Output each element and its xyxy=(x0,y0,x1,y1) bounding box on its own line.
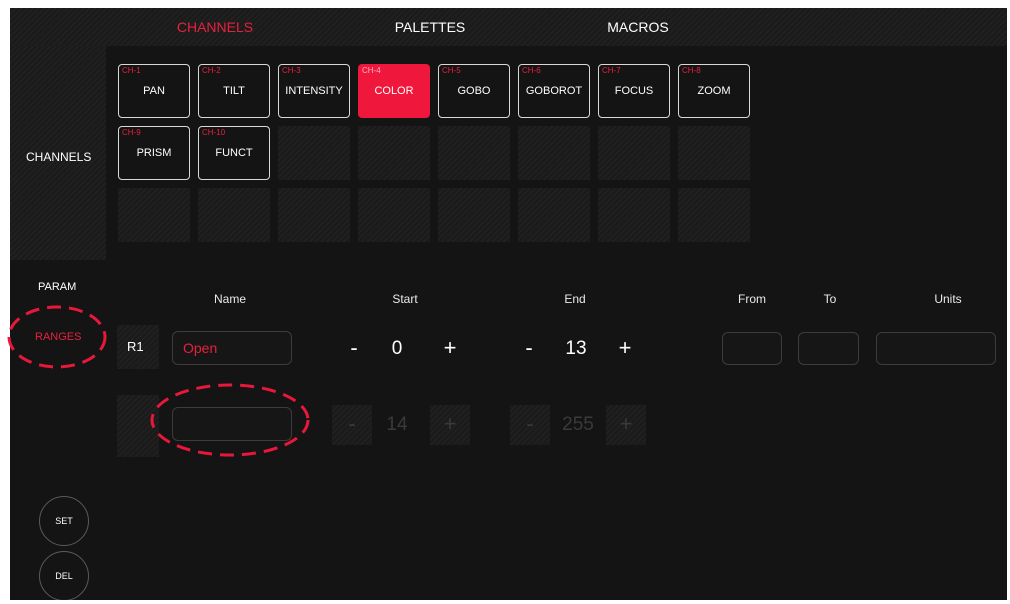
to-field[interactable] xyxy=(798,332,859,365)
new-start-increment-button[interactable]: + xyxy=(433,408,467,442)
channels-label: CHANNELS xyxy=(26,150,92,164)
header-to: To xyxy=(823,292,837,306)
channel-button[interactable]: CH-8 ZOOM xyxy=(678,64,750,118)
from-field[interactable] xyxy=(722,332,782,365)
empty-channel-slot[interactable] xyxy=(598,188,670,242)
tab-palettes[interactable]: PALETTES xyxy=(375,8,485,46)
ranges-tab[interactable]: RANGES xyxy=(35,331,81,343)
channel-button[interactable]: CH-3 INTENSITY xyxy=(278,64,350,118)
channel-name: ZOOM xyxy=(697,85,731,97)
channel-button[interactable]: CH-10 FUNCT xyxy=(198,126,270,180)
channel-button[interactable]: CH-1 PAN xyxy=(118,64,190,118)
empty-channel-slot[interactable] xyxy=(518,126,590,180)
channel-number: CH-10 xyxy=(202,128,226,137)
empty-channel-slot[interactable] xyxy=(358,126,430,180)
new-end-increment-button[interactable]: + xyxy=(609,408,643,442)
end-value[interactable]: 13 xyxy=(556,332,596,366)
new-start-value[interactable]: 14 xyxy=(377,408,417,442)
start-decrement-button[interactable]: - xyxy=(337,332,371,366)
header-name: Name xyxy=(213,292,246,306)
channel-name: PAN xyxy=(143,85,165,97)
empty-channel-slot[interactable] xyxy=(438,126,510,180)
channel-number: CH-1 xyxy=(122,66,141,75)
header-end: End xyxy=(564,292,586,306)
channel-name: PRISM xyxy=(136,147,172,159)
fixture-editor-panel: CHANNELS PALETTES MACROS CHANNELS PARAM … xyxy=(10,8,1007,600)
empty-channel-slot[interactable] xyxy=(118,188,190,242)
channel-name: COLOR xyxy=(374,85,414,97)
channel-name: GOBOROT xyxy=(525,85,583,97)
del-button[interactable]: DEL xyxy=(39,551,89,600)
channel-name: TILT xyxy=(223,85,245,97)
channel-number: CH-9 xyxy=(122,128,141,137)
empty-channel-slot[interactable] xyxy=(518,188,590,242)
channel-button[interactable]: CH-6 GOBOROT xyxy=(518,64,590,118)
empty-channel-slot[interactable] xyxy=(598,126,670,180)
channel-number: CH-7 xyxy=(602,66,621,75)
new-range-label-cell xyxy=(117,395,159,457)
header-from: From xyxy=(738,292,766,306)
new-start-decrement-button[interactable]: - xyxy=(335,408,369,442)
end-decrement-button[interactable]: - xyxy=(512,332,546,366)
range-name-field[interactable]: Open xyxy=(172,331,292,365)
range-row-label-cell: R1 xyxy=(117,325,159,369)
param-tab[interactable]: PARAM xyxy=(38,281,76,293)
channel-button[interactable]: CH-9 PRISM xyxy=(118,126,190,180)
channel-number: CH-6 xyxy=(522,66,541,75)
channel-name: GOBO xyxy=(457,85,491,97)
tab-bar: CHANNELS PALETTES MACROS xyxy=(10,8,1007,46)
channel-number: CH-4 xyxy=(362,66,381,75)
empty-channel-slot[interactable] xyxy=(278,126,350,180)
empty-channel-slot[interactable] xyxy=(438,188,510,242)
header-start: Start xyxy=(392,292,418,306)
start-value[interactable]: 0 xyxy=(377,332,417,366)
channel-number: CH-3 xyxy=(282,66,301,75)
empty-channel-slot[interactable] xyxy=(358,188,430,242)
empty-channel-slot[interactable] xyxy=(678,188,750,242)
units-field[interactable] xyxy=(876,332,996,365)
channel-number: CH-5 xyxy=(442,66,461,75)
tab-channels[interactable]: CHANNELS xyxy=(160,8,270,46)
empty-channel-slot[interactable] xyxy=(278,188,350,242)
channel-button[interactable]: CH-2 TILT xyxy=(198,64,270,118)
channel-name: FOCUS xyxy=(614,85,654,97)
empty-channel-slot[interactable] xyxy=(198,188,270,242)
channel-button[interactable]: CH-7 FOCUS xyxy=(598,64,670,118)
new-end-value[interactable]: 255 xyxy=(555,408,601,442)
channel-button[interactable]: CH-4 COLOR xyxy=(358,64,430,118)
header-units: Units xyxy=(934,292,962,306)
new-end-decrement-button[interactable]: - xyxy=(513,408,547,442)
channel-name: FUNCT xyxy=(215,147,253,159)
range-label: R1 xyxy=(127,339,144,354)
empty-channel-slot[interactable] xyxy=(678,126,750,180)
new-range-name-field[interactable] xyxy=(172,407,292,441)
end-increment-button[interactable]: + xyxy=(608,332,642,366)
channel-number: CH-2 xyxy=(202,66,221,75)
channel-name: INTENSITY xyxy=(285,85,343,97)
channel-number: CH-8 xyxy=(682,66,701,75)
tab-macros[interactable]: MACROS xyxy=(583,8,693,46)
start-increment-button[interactable]: + xyxy=(433,332,467,366)
channel-button[interactable]: CH-5 GOBO xyxy=(438,64,510,118)
set-button[interactable]: SET xyxy=(39,496,89,546)
